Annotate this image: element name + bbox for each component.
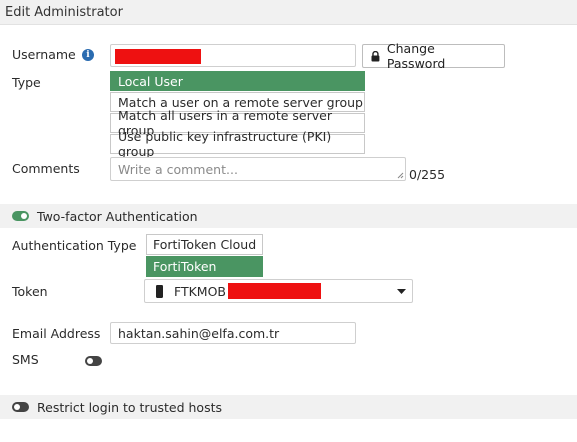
comments-placeholder: Write a comment... [118,162,238,177]
resize-handle-icon[interactable] [397,172,404,179]
two-factor-section: Two-factor Authentication [0,204,577,228]
token-select[interactable]: FTKMOB [144,279,413,303]
email-label: Email Address [12,326,101,341]
email-value: haktan.sahin@elfa.com.tr [118,326,280,341]
trusted-hosts-section: Restrict login to trusted hosts [0,395,577,419]
dialog-title: Edit Administrator [5,5,123,20]
type-option-local-user[interactable]: Local User [110,71,365,91]
auth-type-selector: FortiToken Cloud FortiToken [146,234,263,277]
redacted-token [228,283,321,299]
trusted-hosts-toggle[interactable] [12,402,29,412]
token-value: FTKMOB [174,284,227,299]
email-input[interactable]: haktan.sahin@elfa.com.tr [110,322,356,344]
token-label: Token [12,284,48,299]
chevron-down-icon [397,289,406,294]
two-factor-toggle[interactable] [12,211,29,221]
mobile-phone-icon [156,285,163,298]
trusted-hosts-label: Restrict login to trusted hosts [37,399,223,415]
username-input[interactable] [110,44,356,67]
auth-type-option-fortitoken-cloud[interactable]: FortiToken Cloud [146,234,263,255]
info-icon[interactable]: i [82,49,94,61]
sms-label: SMS [12,352,39,367]
sms-toggle[interactable] [85,356,102,366]
type-selector: Local User Match a user on a remote serv… [110,71,365,159]
auth-type-label: Authentication Type [12,238,137,253]
dialog-header: Edit Administrator [0,0,577,25]
username-label: Username [12,47,76,62]
lock-icon [371,50,380,61]
type-option-pki-group[interactable]: Use public key infrastructure (PKI) grou… [110,129,365,159]
comments-label: Comments [12,161,80,176]
auth-type-option-fortitoken[interactable]: FortiToken [146,256,263,277]
two-factor-label: Two-factor Authentication [37,208,198,224]
comments-textarea[interactable]: Write a comment... [110,157,406,181]
change-password-label: Change Password [386,41,446,71]
change-password-button[interactable]: Change Password [362,41,505,71]
redacted-username [115,49,201,64]
type-label: Type [12,75,41,90]
comments-counter: 0/255 [409,167,446,182]
